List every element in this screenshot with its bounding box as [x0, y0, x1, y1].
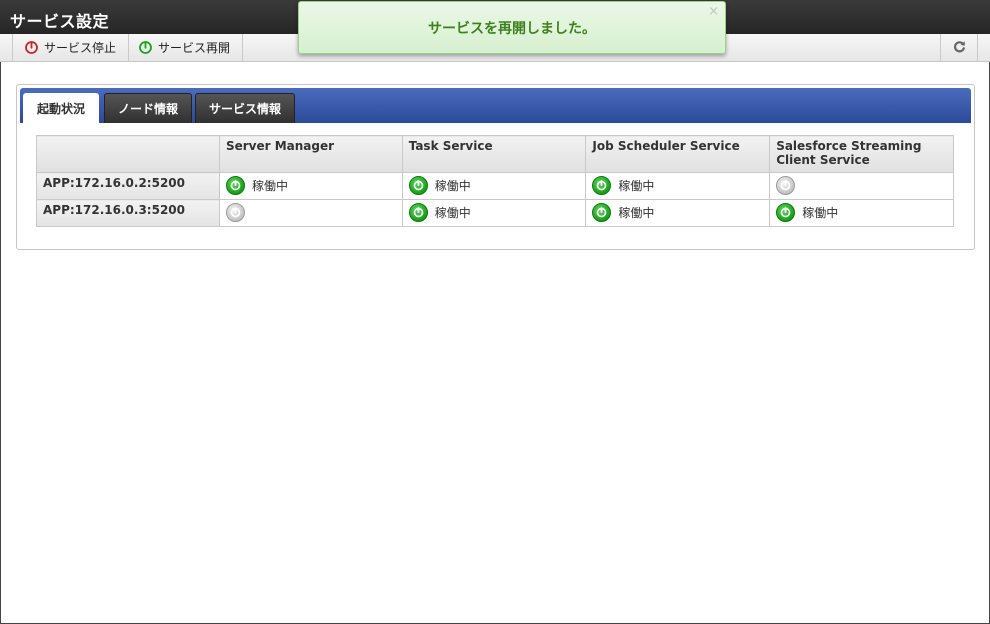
status-label: 稼働中 [618, 206, 655, 220]
close-icon[interactable]: × [708, 4, 719, 19]
stop-service-label: サービス停止 [44, 41, 117, 55]
power-icon [408, 203, 428, 222]
power-icon [776, 203, 796, 222]
restart-service-label: サービス再開 [158, 41, 231, 55]
page-title: サービス設定 [10, 12, 110, 31]
restart-service-button[interactable]: サービス再開 [127, 34, 244, 61]
column-header: Salesforce Streaming Client Service [769, 135, 954, 173]
status-cell: 稼働中 [585, 172, 771, 200]
column-header: Server Manager [218, 135, 403, 173]
column-header: Job Scheduler Service [585, 135, 771, 173]
tab-node-info[interactable]: ノード情報 [104, 93, 193, 123]
power-icon [592, 203, 612, 222]
column-header [36, 135, 220, 173]
status-cell: 稼働中 [769, 199, 954, 227]
power-icon [139, 41, 152, 54]
status-panel: 起動状況 ノード情報 サービス情報 Server Manager Task Se… [16, 84, 975, 250]
node-name: APP:172.16.0.2:5200 [36, 172, 220, 200]
status-label: 稼働中 [434, 179, 471, 193]
service-status-table: Server Manager Task Service Job Schedule… [36, 135, 954, 227]
status-label: 稼働中 [434, 206, 471, 220]
status-label: 稼働中 [618, 179, 655, 193]
refresh-button[interactable] [940, 34, 978, 61]
status-cell: 稼働中 [218, 172, 403, 200]
status-cell [769, 172, 954, 200]
power-icon [776, 176, 796, 195]
refresh-icon [953, 40, 966, 56]
table-row: APP:172.16.0.3:5200 稼働中 稼働中 稼働中 [36, 199, 954, 227]
table-header-row: Server Manager Task Service Job Schedule… [36, 135, 954, 173]
tab-bar: 起動状況 ノード情報 サービス情報 [20, 88, 971, 123]
power-icon [25, 41, 38, 54]
power-icon [592, 176, 612, 195]
power-icon [225, 176, 245, 195]
status-label: 稼働中 [802, 206, 839, 220]
status-label: 稼働中 [251, 179, 288, 193]
tab-startup-status[interactable]: 起動状況 [23, 93, 100, 123]
column-header: Task Service [401, 135, 587, 173]
power-icon [408, 176, 428, 195]
table-row: APP:172.16.0.2:5200 稼働中 稼働中 稼働中 [36, 172, 954, 200]
success-notification: サービスを再開しました。 × [298, 1, 726, 54]
status-cell: 稼働中 [401, 199, 587, 227]
status-cell [218, 199, 403, 227]
power-icon [225, 203, 245, 222]
tab-service-info[interactable]: サービス情報 [195, 93, 296, 123]
stop-service-button[interactable]: サービス停止 [12, 34, 130, 61]
notification-message: サービスを再開しました。 [428, 20, 596, 37]
status-cell: 稼働中 [585, 199, 771, 227]
status-cell: 稼働中 [401, 172, 587, 200]
node-name: APP:172.16.0.3:5200 [36, 199, 220, 227]
